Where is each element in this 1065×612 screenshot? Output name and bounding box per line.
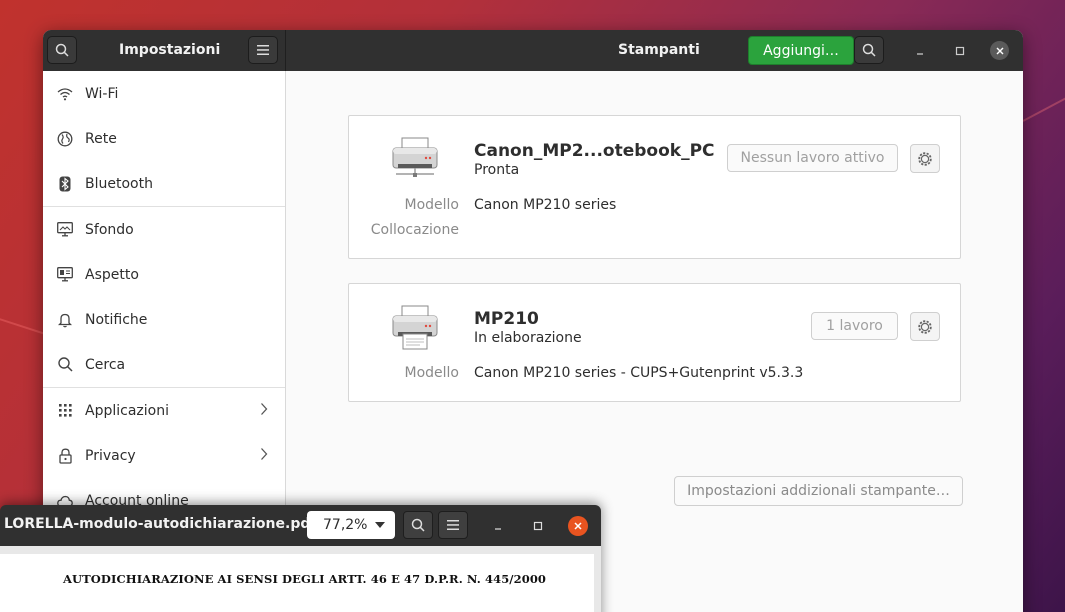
model-value: Canon MP210 series <box>474 197 617 213</box>
printer-name: MP210 <box>474 309 539 329</box>
sidebar-item-bluetooth[interactable]: Bluetooth <box>43 161 285 206</box>
bluetooth-icon <box>56 175 74 193</box>
sidebar-item-wifi[interactable]: Wi-Fi <box>43 71 285 116</box>
sidebar-item-applications[interactable]: Applicazioni <box>43 388 285 433</box>
printer-settings-button[interactable] <box>910 144 940 173</box>
appearance-icon <box>56 266 74 284</box>
printer-settings-button[interactable] <box>910 312 940 341</box>
pdf-menu-button[interactable] <box>438 511 468 539</box>
minimize-icon <box>495 528 501 530</box>
search-icon <box>862 43 876 57</box>
sidebar-item-label: Cerca <box>85 356 126 373</box>
gear-icon <box>918 319 932 334</box>
sidebar-header: Impostazioni <box>43 30 286 71</box>
sidebar-item-notifications[interactable]: Notifiche <box>43 297 285 342</box>
printer-name: Canon_MP2...otebook_PC <box>474 141 715 161</box>
pdf-maximize-button[interactable] <box>528 516 548 536</box>
globe-icon <box>56 130 74 148</box>
printer-status: In elaborazione <box>474 330 582 346</box>
search-icon <box>55 43 69 57</box>
maximize-button[interactable] <box>950 41 969 60</box>
sidebar-item-label: Privacy <box>85 447 136 464</box>
minimize-button[interactable] <box>910 41 929 60</box>
pdf-close-button[interactable] <box>568 516 588 536</box>
printer-card: MP210 In elaborazione 1 lavoro Modello C… <box>348 283 961 402</box>
background-icon <box>56 221 74 239</box>
model-value: Canon MP210 series - CUPS+Gutenprint v5.… <box>474 365 804 381</box>
printer-card: Canon_MP2...otebook_PC Pronta Nessun lav… <box>348 115 961 259</box>
pdf-document-heading: AUTODICHIARAZIONE AI SENSI DEGLI ARTT. 4… <box>63 572 547 586</box>
maximize-icon <box>955 46 964 55</box>
printer-status: Pronta <box>474 162 520 178</box>
sidebar-item-label: Rete <box>85 130 117 147</box>
zoom-selector[interactable]: 77,2% <box>307 511 395 539</box>
sidebar-item-appearance[interactable]: Aspetto <box>43 252 285 297</box>
hamburger-icon <box>257 45 269 55</box>
hamburger-icon <box>447 520 459 530</box>
sidebar-item-network[interactable]: Rete <box>43 116 285 161</box>
lock-icon <box>56 447 74 465</box>
model-label: Modello <box>404 197 460 213</box>
add-printer-button[interactable]: Aggiungi… <box>748 36 854 65</box>
sidebar-item-label: Bluetooth <box>85 175 153 192</box>
printer-icon <box>392 137 438 177</box>
chevron-right-icon <box>261 403 268 415</box>
sidebar-item-label: Applicazioni <box>85 402 169 419</box>
close-icon <box>574 522 582 530</box>
additional-printer-settings-button[interactable]: Impostazioni addizionali stampante… <box>674 476 963 506</box>
chevron-right-icon <box>261 448 268 460</box>
sidebar-item-label: Notifiche <box>85 311 148 328</box>
search-icon <box>56 356 74 374</box>
pdf-window-title: LORELLA-modulo-autodichiarazione.pdf <box>4 516 317 532</box>
sidebar-item-privacy[interactable]: Privacy <box>43 433 285 478</box>
sidebar-item-search[interactable]: Cerca <box>43 342 285 387</box>
bell-icon <box>56 311 74 329</box>
sidebar-item-label: Sfondo <box>85 221 134 238</box>
close-button[interactable] <box>990 41 1009 60</box>
printer-search-button[interactable] <box>854 36 884 64</box>
menu-button[interactable] <box>248 36 278 64</box>
sidebar-item-background[interactable]: Sfondo <box>43 207 285 252</box>
pdf-search-button[interactable] <box>403 511 433 539</box>
close-icon <box>996 47 1003 54</box>
sidebar-item-label: Aspetto <box>85 266 139 283</box>
sidebar-title: Impostazioni <box>119 42 221 58</box>
pdf-viewer-window: LORELLA-modulo-autodichiarazione.pdf 77,… <box>0 505 601 612</box>
zoom-value: 77,2% <box>323 517 368 533</box>
printer-icon <box>392 305 438 350</box>
pdf-minimize-button[interactable] <box>488 516 508 536</box>
sidebar-item-label: Wi-Fi <box>85 85 119 102</box>
sidebar-search-button[interactable] <box>47 36 77 64</box>
printer-jobs-button[interactable]: Nessun lavoro attivo <box>727 144 898 172</box>
panel-title: Stampanti <box>618 42 700 58</box>
maximize-icon <box>533 521 543 531</box>
headerbar: Impostazioni Stampanti Aggiungi… <box>43 30 1023 71</box>
wallpaper-line <box>1022 91 1065 122</box>
model-label: Modello <box>404 365 460 381</box>
location-label: Collocazione <box>370 222 459 238</box>
search-icon <box>411 518 425 532</box>
gear-icon <box>918 151 932 166</box>
printer-jobs-button[interactable]: 1 lavoro <box>811 312 898 340</box>
wifi-icon <box>56 85 74 103</box>
apps-grid-icon <box>56 402 74 420</box>
dropdown-arrow-icon <box>375 522 385 528</box>
minimize-icon <box>916 52 923 55</box>
